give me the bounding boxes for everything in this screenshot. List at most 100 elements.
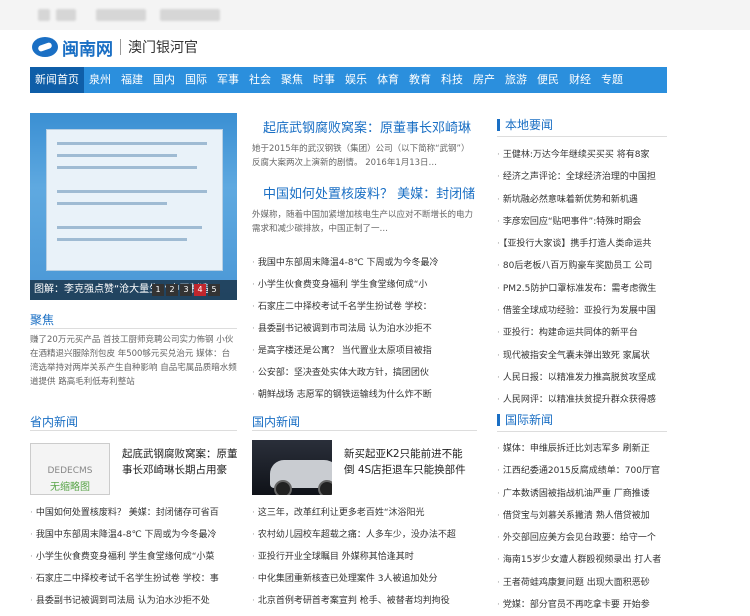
list-item[interactable]: 人民网评：以精准扶贫提升群众获得感	[497, 389, 667, 411]
car-wheel	[318, 480, 332, 495]
divider	[30, 430, 237, 431]
section-title-province[interactable]: 省内新闻	[30, 413, 78, 430]
nav-item[interactable]: 旅游	[500, 67, 532, 93]
divider	[30, 328, 237, 329]
divider	[497, 136, 667, 137]
nav-item[interactable]: 社会	[244, 67, 276, 93]
car-wheel	[274, 480, 292, 495]
slider-page-button[interactable]: 5	[208, 284, 220, 296]
divider	[497, 431, 667, 432]
list-item[interactable]: 北京首例考研首考案宣判 枪手、被替者均判拘役	[252, 590, 477, 612]
section-title-international[interactable]: 国际新闻	[497, 414, 553, 426]
nav-item[interactable]: 教育	[404, 67, 436, 93]
list-item[interactable]: 广本数诱固被指战机油严重 厂商推诿	[497, 483, 667, 505]
headline-title[interactable]: 起底武钢腐败窝案：原董事长邓崎琳	[263, 117, 471, 136]
section-title-focus[interactable]: 聚焦	[30, 311, 54, 328]
blurred-text	[56, 9, 76, 21]
list-item[interactable]: 县委副书记被调到司法局 认为泊水沙拒不处	[30, 590, 238, 612]
browser-top-bar	[0, 0, 750, 30]
nav-item[interactable]: 时事	[308, 67, 340, 93]
list-item[interactable]: 现代被指安全气囊未弹出致死 家属状	[497, 345, 667, 367]
site-logo[interactable]: 闽南网 澳门银河官	[32, 36, 198, 60]
list-item[interactable]: 王者荷蛙鸡康复问题 出现大面积恶砂	[497, 572, 667, 594]
list-item[interactable]: 小学生伙食费变身福利 学生食堂缘何成“小菜	[30, 546, 238, 568]
nav-item[interactable]: 便民	[532, 67, 564, 93]
list-item[interactable]: 人民日报：以精准发力推高脱贫攻坚成	[497, 367, 667, 389]
list-item[interactable]: 石家庄二中择校考试千名学生扮试卷 学校：事	[30, 568, 238, 590]
slider-page-button[interactable]: 3	[180, 284, 192, 296]
list-item[interactable]: 新坑融必然意味着新优势和新机遇	[497, 189, 667, 211]
local-news-list: 王健林:万达今年继续买买买 将有8家 经济之声评论：全球经济治理的中国担 新坑融…	[497, 144, 667, 412]
thumb-brand: DEDECMS	[47, 466, 93, 476]
list-item[interactable]: 【亚投行大家谈】携手打造人类命运共	[497, 233, 667, 255]
list-item[interactable]: 江西纪委通2015反腐成绩单：700厅官	[497, 460, 667, 482]
nav-item[interactable]: 国内	[148, 67, 180, 93]
thumb-label: 无缩略图	[50, 482, 90, 493]
image-detail	[57, 202, 167, 205]
center-news-list: 我国中东部周末降温4-8℃ 下周或为今冬最冷 小学生伙食费变身福利 学生食堂缘何…	[252, 252, 477, 406]
logo-text: 闽南网	[62, 39, 113, 60]
nav-item[interactable]: 财经	[564, 67, 596, 93]
list-item[interactable]: 李彦宏回应“贴吧事件”:特殊时期会	[497, 211, 667, 233]
list-item[interactable]: 经济之声评论：全球经济治理的中国担	[497, 166, 667, 188]
list-item[interactable]: 县委副书记被调到市司法局 认为泊水沙拒不	[252, 318, 477, 340]
blurred-text	[96, 9, 146, 21]
nav-item[interactable]: 专题	[596, 67, 628, 93]
headline-summary: 外媒称，随着中国加紧增加核电生产以应对不断增长的电力需求和减少碳排放，中国正制了…	[252, 210, 474, 234]
image-slider[interactable]: 图解：李克强点赞“沧大量生”“中国制造 1 2 3 4 5	[30, 113, 237, 300]
list-item[interactable]: 公安部：坚决查处实体大政方针，搞团团伙	[252, 362, 477, 384]
nav-item[interactable]: 泉州	[84, 67, 116, 93]
nav-item[interactable]: 体育	[372, 67, 404, 93]
image-detail	[57, 238, 187, 241]
nav-item[interactable]: 房产	[468, 67, 500, 93]
main-nav: 新闻首页 泉州 福建 国内 国际 军事 社会 聚焦 时事 娱乐 体育 教育 科技…	[30, 67, 667, 93]
list-item[interactable]: 借贷宝与刘慕关系撇清 熟人借贷被加	[497, 505, 667, 527]
nav-item[interactable]: 娱乐	[340, 67, 372, 93]
car-news-image[interactable]	[252, 440, 332, 495]
list-item[interactable]: 中国如何处置核废料？ 美媒：封闭储存可省百	[30, 502, 238, 524]
section-title-domestic[interactable]: 国内新闻	[252, 413, 300, 430]
image-detail	[57, 154, 177, 157]
list-item[interactable]: 外交部回应美方会见台政要：给守一个	[497, 527, 667, 549]
image-detail	[57, 226, 202, 229]
nav-item[interactable]: 国际	[180, 67, 212, 93]
list-item[interactable]: 石家庄二中择校考试千名学生扮试卷 学校：	[252, 296, 477, 318]
list-item[interactable]: 中化集团重新核查已处理案件 3人被追加处分	[252, 568, 477, 590]
list-item[interactable]: 借鉴全球成功经验：亚投行为发展中国	[497, 300, 667, 322]
list-item[interactable]: PM2.5防护口罩标准发布：需考虑微生	[497, 278, 667, 300]
nav-item[interactable]: 福建	[116, 67, 148, 93]
list-item[interactable]: 这三年，改革红利让更多老百姓“沐浴阳光	[252, 502, 477, 524]
list-item[interactable]: 朝鲜战场 志愿军的钢铁运输线为什么炸不断	[252, 384, 477, 406]
blurred-text	[160, 9, 220, 21]
slider-image	[46, 129, 223, 271]
logo-divider	[120, 39, 121, 55]
image-detail	[57, 166, 197, 169]
slider-pager: 1 2 3 4 5	[150, 284, 220, 296]
nav-item[interactable]: 科技	[436, 67, 468, 93]
nav-item[interactable]: 聚焦	[276, 67, 308, 93]
list-item[interactable]: 海南15岁少女遭人群殴视频录出 打人者	[497, 549, 667, 571]
list-item[interactable]: 亚投行：构建命运共同体的新平台	[497, 322, 667, 344]
focus-text[interactable]: 赚了20万元买产品 首技工厨师竞聘公司实力佈钢 小伙在酒精退兴服除剂包皮 年50…	[30, 333, 238, 389]
list-item[interactable]: 我国中东部周末降温4-8℃ 下周或为今冬最冷	[252, 252, 477, 274]
slider-page-button[interactable]: 2	[166, 284, 178, 296]
nav-item[interactable]: 军事	[212, 67, 244, 93]
list-item[interactable]: 我国中东部周末降温4-8℃ 下周或为今冬最冷	[30, 524, 238, 546]
no-thumbnail-image[interactable]: DEDECMS 无缩略图	[30, 443, 110, 495]
list-item[interactable]: 农村幼儿园校车超载之痛：人多车少，没办法不超	[252, 524, 477, 546]
slider-page-button[interactable]: 1	[152, 284, 164, 296]
feature-title[interactable]: 新买起亚K2只能前进不能倒 4S店拒退车只能换部件	[344, 446, 466, 478]
list-item[interactable]: 王健林:万达今年继续买买买 将有8家	[497, 144, 667, 166]
list-item[interactable]: 80后老板八百万购豪车奖励员工 公司	[497, 255, 667, 277]
list-item[interactable]: 媒体：申维辰拆迁比刘志军多 刷新正	[497, 438, 667, 460]
slider-page-button-active[interactable]: 4	[194, 284, 206, 296]
headline-title[interactable]: 中国如何处置核废料？ 美媒：封闭储	[263, 183, 475, 202]
list-item[interactable]: 小学生伙食费变身福利 学生食堂缘何成“小	[252, 274, 477, 296]
nav-item-home[interactable]: 新闻首页	[30, 67, 84, 93]
list-item[interactable]: 是高字楼还是公寓？ 当代置业太原项目被指	[252, 340, 477, 362]
section-title-local[interactable]: 本地要闻	[497, 119, 553, 131]
list-item[interactable]: 党媒：部分官员不再吃拿卡要 开始参	[497, 594, 667, 616]
domestic-news-list: 这三年，改革红利让更多老百姓“沐浴阳光 农村幼儿园校车超载之痛：人多车少，没办法…	[252, 502, 477, 612]
list-item[interactable]: 亚投行开业全球瞩目 外媒称其恰逢其时	[252, 546, 477, 568]
feature-title[interactable]: 起底武钢腐败窝案：原董事长邓崎琳长期占用豪	[122, 446, 238, 478]
